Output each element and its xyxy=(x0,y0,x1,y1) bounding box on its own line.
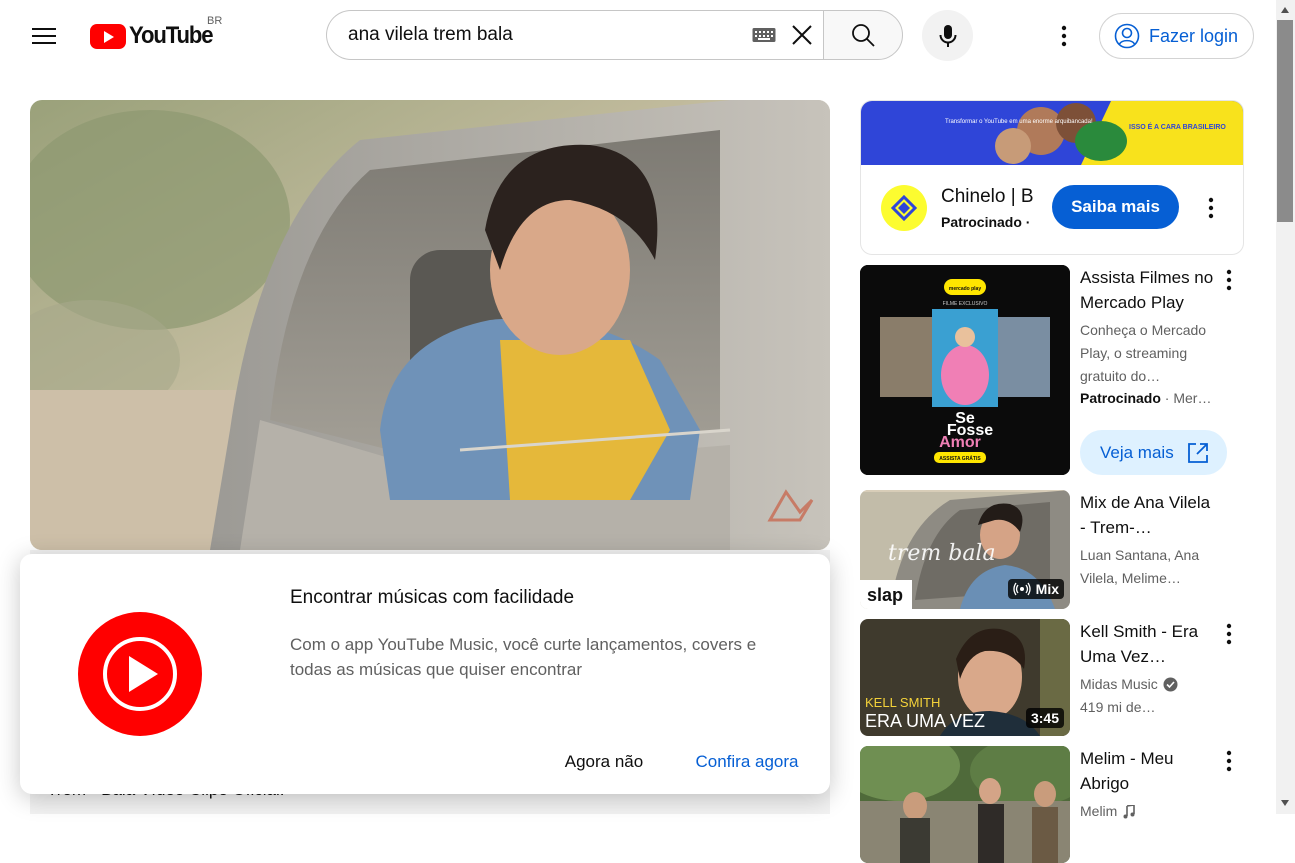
music-note-icon xyxy=(1123,804,1136,818)
view-count: 419 mi de… xyxy=(1080,699,1156,715)
recommendation-artists: Luan Santana, Ana Vilela, Melime… xyxy=(1080,547,1200,586)
scrollbar-thumb[interactable] xyxy=(1277,20,1293,222)
ad-banner-text-left: Transformar o YouTube em uma enorme arqu… xyxy=(945,119,1093,125)
youtube-music-logo-icon xyxy=(78,612,202,736)
mix-radio-icon xyxy=(1013,582,1031,596)
ad-more-button[interactable] xyxy=(1199,193,1223,223)
bank-logo-icon xyxy=(891,195,917,221)
channel-name[interactable]: Midas Music xyxy=(1080,673,1158,696)
video-duration: 3:45 xyxy=(1025,708,1064,728)
video-thumbnail[interactable]: KELL SMITH ERA UMA VEZ 3:45 xyxy=(860,619,1070,736)
sponsored-label: Patrocinado xyxy=(1080,390,1161,406)
search-icon xyxy=(852,24,875,47)
video-thumbnail-image xyxy=(860,746,1070,863)
recommendation-more-button[interactable] xyxy=(1218,266,1240,294)
youtube-music-promo-dialog: Encontrar músicas com facilidade Com o a… xyxy=(20,554,830,794)
thumb-title-3: Amor xyxy=(939,434,981,451)
ad-banner-text-right: ISSO É A CARA BRASILEIRO xyxy=(1129,122,1226,131)
scroll-down-arrow-icon[interactable] xyxy=(1281,800,1289,806)
sponsored-ad-card[interactable]: Transformar o YouTube em uma enorme arqu… xyxy=(860,100,1244,255)
clear-search-button[interactable] xyxy=(788,21,816,49)
mix-thumbnail[interactable]: trem bala slap Mix xyxy=(860,490,1070,609)
external-link-icon xyxy=(1187,442,1208,463)
more-vertical-icon xyxy=(1226,269,1232,291)
channel-line: Melim xyxy=(1080,800,1220,823)
keyboard-icon[interactable] xyxy=(752,27,776,43)
more-vertical-icon xyxy=(1061,25,1067,47)
video-player[interactable] xyxy=(30,100,830,550)
sponsored-label: Patrocinado · xyxy=(941,214,1031,230)
sponsored-thumbnail[interactable]: mercado play FILME EXCLUSIVO Se Fosse Am… xyxy=(860,265,1070,475)
open-youtube-music-button[interactable]: Confira agora xyxy=(684,744,810,780)
voice-search-button[interactable] xyxy=(922,10,973,61)
dismiss-button[interactable]: Agora não xyxy=(550,744,658,780)
thumb-button: ASSISTA GRÁTIS xyxy=(939,455,981,462)
view-more-button[interactable]: Veja mais xyxy=(1080,430,1227,475)
channel-name[interactable]: Melim xyxy=(1080,800,1117,823)
recommendation-more-button[interactable] xyxy=(1218,620,1240,648)
sponsored-line: Patrocinado · Mer… xyxy=(1080,387,1220,410)
search-input[interactable]: ana vilela trem bala xyxy=(348,24,752,46)
sign-in-button[interactable]: Fazer login xyxy=(1099,13,1254,59)
learn-more-button[interactable]: Saiba mais xyxy=(1052,185,1179,229)
verified-icon xyxy=(1163,677,1178,692)
mercado-play-poster: mercado play FILME EXCLUSIVO Se Fosse Am… xyxy=(860,265,1070,475)
sign-in-label: Fazer login xyxy=(1149,25,1239,46)
recommendation-title[interactable]: Assista Filmes no Mercado Play xyxy=(1080,265,1215,315)
thumb-tag: FILME EXCLUSIVO xyxy=(943,301,988,307)
youtube-logo[interactable]: YouTube xyxy=(90,20,220,52)
more-vertical-icon xyxy=(1208,197,1214,219)
logo-text: YouTube xyxy=(129,22,214,49)
youtube-play-icon xyxy=(90,23,126,49)
account-icon xyxy=(1114,23,1140,49)
advertiser-avatar[interactable] xyxy=(881,185,927,231)
thumb-script: trem bala xyxy=(888,541,996,566)
recommendation-more-button[interactable] xyxy=(1218,747,1240,775)
video-thumbnail[interactable] xyxy=(860,746,1070,863)
sponsored-advertiser: · Mer… xyxy=(1164,390,1212,406)
region-code: BR xyxy=(207,15,223,27)
view-more-label: Veja mais xyxy=(1100,442,1174,462)
channel-line: Midas Music xyxy=(1080,673,1220,696)
search-button[interactable] xyxy=(823,10,903,60)
mix-badge-label: Mix xyxy=(1035,581,1059,597)
ad-banner-image: Transformar o YouTube em uma enorme arqu… xyxy=(861,101,1243,165)
more-vertical-icon xyxy=(1226,750,1232,772)
recommendation-title[interactable]: Melim - Meu Abrigo xyxy=(1080,746,1215,796)
thumb-line-1: KELL SMITH xyxy=(865,695,940,710)
hamburger-icon xyxy=(32,28,56,44)
close-icon xyxy=(792,25,812,45)
advertiser-name[interactable]: Chinelo | B xyxy=(941,186,1036,208)
video-frame xyxy=(30,100,830,550)
recommendation-title[interactable]: Kell Smith - Era Uma Vez… xyxy=(1080,619,1215,669)
thumb-label: slap xyxy=(867,585,903,605)
recommendation-title[interactable]: Mix de Ana Vilela - Trem-… xyxy=(1080,490,1215,540)
dialog-body: Com o app YouTube Music, você curte lanç… xyxy=(290,635,757,679)
dialog-title: Encontrar músicas com facilidade xyxy=(290,587,575,608)
thumb-line-2: ERA UMA VEZ xyxy=(865,711,985,731)
thumb-brand: mercado play xyxy=(949,286,981,292)
settings-menu-button[interactable] xyxy=(1050,18,1078,54)
more-vertical-icon xyxy=(1226,623,1232,645)
mix-badge: Mix xyxy=(1007,579,1064,599)
microphone-icon xyxy=(939,24,956,47)
menu-button[interactable] xyxy=(24,16,64,56)
scroll-up-arrow-icon[interactable] xyxy=(1281,7,1289,13)
recommendation-description: Conheça o Mercado Play, o streaming grat… xyxy=(1080,322,1207,384)
search-box[interactable]: ana vilela trem bala xyxy=(326,10,824,60)
